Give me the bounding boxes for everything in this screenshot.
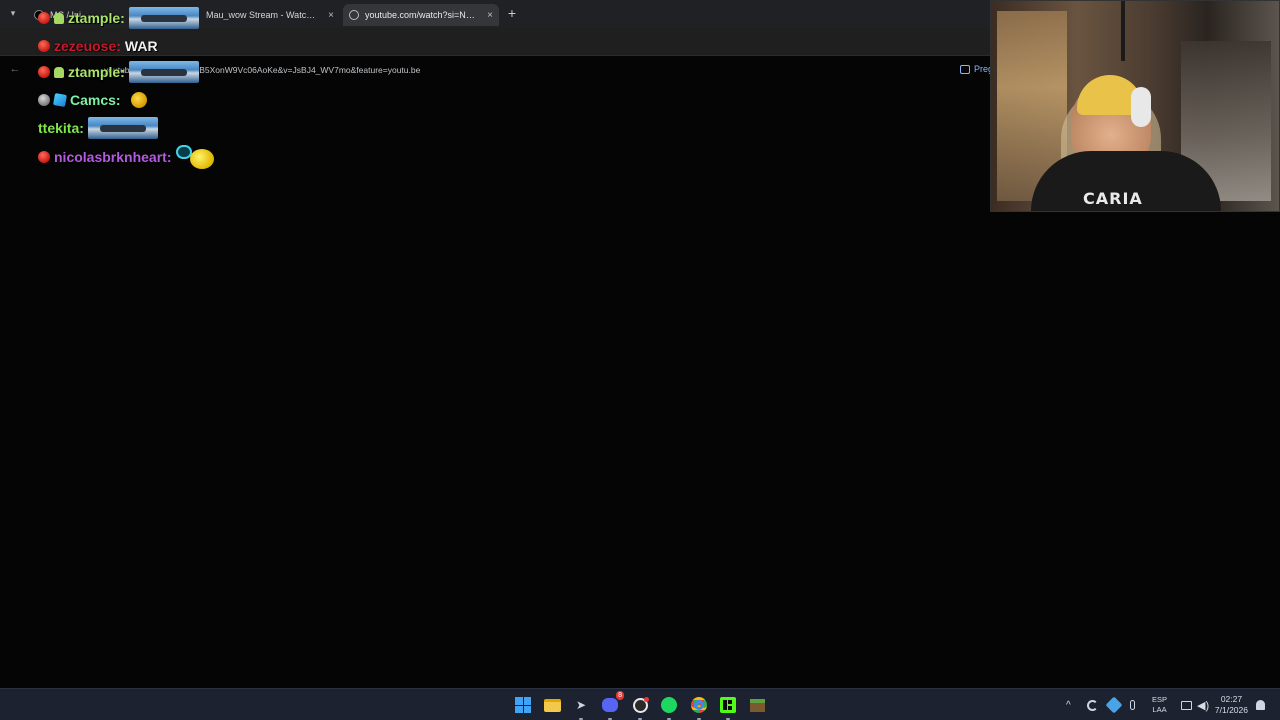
- new-tab-button[interactable]: +: [504, 5, 520, 21]
- discord-icon[interactable]: 8: [600, 691, 624, 720]
- picture-in-picture-icon: [960, 64, 970, 74]
- notification-bell-icon[interactable]: [1256, 689, 1265, 720]
- tab-title: Mau_wow Stream - Watch Live: [206, 10, 321, 20]
- desktop-screen: ▾ MC / Inicio / X Mau_wow Stream - Watch…: [0, 0, 1280, 720]
- display-icon[interactable]: [1181, 689, 1192, 720]
- grey-badge-icon: [38, 94, 50, 106]
- kick-icon[interactable]: [718, 695, 738, 720]
- background-lamp: [1121, 1, 1125, 61]
- obs-icon[interactable]: [630, 695, 650, 720]
- back-arrow-icon[interactable]: ←: [8, 63, 22, 75]
- cube-badge-icon: [53, 93, 67, 107]
- tab-search-button[interactable]: ▾: [6, 6, 20, 20]
- clock-date: 7/1/2026: [1214, 705, 1248, 715]
- webcam-feed: CARIA: [990, 0, 1280, 212]
- file-explorer-icon[interactable]: [542, 695, 562, 715]
- android-badge-icon: [54, 12, 64, 24]
- chat-username: ztample: [68, 10, 121, 26]
- chat-colon: :: [116, 38, 121, 54]
- chat-colon: :: [79, 120, 84, 136]
- chat-username: ztample: [68, 64, 121, 80]
- subscriber-badge-icon: [38, 12, 50, 24]
- tab-kick-stream[interactable]: Mau_wow Stream - Watch Live ×: [200, 4, 340, 26]
- chat-message: zezeuose : WAR: [38, 33, 158, 59]
- chat-colon: :: [120, 10, 125, 26]
- tab-youtube[interactable]: youtube.com/watch?si=N85Xo ×: [343, 4, 499, 26]
- plane-emote-icon: [87, 117, 158, 139]
- chat-message: ztample :: [38, 59, 199, 85]
- chat-username: nicolasbrknheart: [54, 149, 167, 165]
- language-code: ESP: [1152, 695, 1168, 704]
- chat-username: Camcs: [70, 92, 116, 108]
- chat-colon: :: [115, 92, 121, 108]
- close-tab-icon[interactable]: ×: [479, 10, 493, 21]
- shirt-print: CARIA: [1083, 189, 1143, 208]
- android-badge-icon: [54, 66, 64, 78]
- system-clock[interactable]: 02:27 7/1/2026: [1215, 689, 1248, 720]
- clock-time: 02:27: [1220, 694, 1243, 704]
- chat-message: ztample :: [38, 5, 199, 31]
- chat-text: WAR: [124, 38, 158, 54]
- minecraft-icon[interactable]: [747, 695, 767, 715]
- windows-start-icon[interactable]: [513, 695, 533, 715]
- volume-icon[interactable]: ◀): [1197, 689, 1209, 720]
- tab-title: youtube.com/watch?si=N85Xo: [365, 10, 480, 20]
- chat-message: nicolasbrknheart :: [38, 144, 222, 170]
- language-indicator[interactable]: ESP LAA: [1152, 689, 1167, 720]
- chat-message: Camcs :: [38, 87, 147, 113]
- close-tab-icon[interactable]: ×: [320, 10, 334, 21]
- subscriber-badge-icon: [38, 151, 50, 163]
- chat-colon: :: [120, 64, 125, 80]
- sync-icon[interactable]: [1087, 689, 1098, 720]
- spotify-icon[interactable]: [659, 695, 679, 720]
- face-emote-icon: [130, 92, 147, 108]
- plane-emote-icon: [128, 7, 199, 29]
- subscriber-badge-icon: [38, 40, 50, 52]
- chat-username: ttekita: [38, 120, 80, 136]
- bubble-emote-icon: [175, 145, 222, 169]
- steam-icon[interactable]: ➤: [571, 695, 591, 720]
- discord-notification-badge: 8: [616, 691, 624, 700]
- chat-colon: :: [166, 149, 172, 165]
- headphones-icon: [1131, 87, 1151, 127]
- show-hidden-icons-chevron-icon[interactable]: ^: [1066, 689, 1071, 720]
- plane-emote-icon: [128, 61, 199, 83]
- keyboard-layout: LAA: [1152, 705, 1167, 714]
- address-bar[interactable]: youtube.com/watch?si=NB5XonW9Vc06AoKe&v=…: [80, 61, 980, 79]
- microphone-icon[interactable]: [1130, 689, 1135, 720]
- picture-in-picture-button[interactable]: Preg: [960, 64, 993, 74]
- windows-taskbar: ➤ 8 ^ ESP LAA ◀) 02:27 7/1/2026: [0, 688, 1280, 720]
- chat-message: ttekita :: [38, 115, 158, 141]
- chat-username: zezeuose: [54, 38, 117, 54]
- chrome-icon[interactable]: [689, 695, 709, 720]
- loading-icon: [349, 10, 359, 20]
- subscriber-badge-icon: [38, 66, 50, 78]
- network-icon[interactable]: [1105, 689, 1123, 720]
